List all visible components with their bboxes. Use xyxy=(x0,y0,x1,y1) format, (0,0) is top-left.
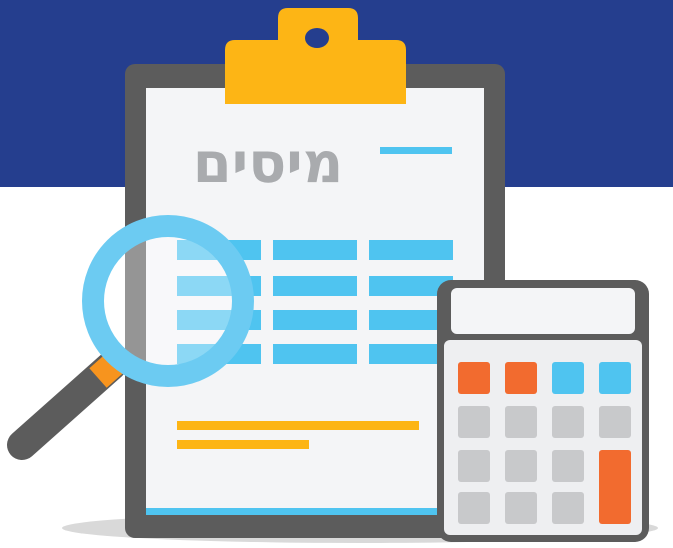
calculator-key xyxy=(552,362,584,394)
calculator-key xyxy=(552,406,584,438)
calculator-key xyxy=(458,492,490,524)
table-cell xyxy=(369,240,453,260)
page-title: מיסים xyxy=(193,131,344,196)
calculator-icon xyxy=(437,280,649,542)
calculator-key xyxy=(552,450,584,482)
calculator-key xyxy=(458,362,490,394)
calculator-key xyxy=(505,450,537,482)
calculator-display xyxy=(451,288,635,334)
title-underline xyxy=(380,147,452,154)
calculator-key xyxy=(552,492,584,524)
calculator-key xyxy=(458,406,490,438)
table-cell xyxy=(273,344,357,364)
clipboard-paper-edge xyxy=(146,507,484,515)
text-line xyxy=(177,440,309,449)
table-cell xyxy=(273,240,357,260)
calculator-key xyxy=(599,406,631,438)
table-cell xyxy=(273,276,357,296)
calculator-key xyxy=(505,406,537,438)
text-line xyxy=(177,421,419,430)
calculator-key xyxy=(458,450,490,482)
clipboard-clip xyxy=(225,8,406,104)
table-cell xyxy=(273,310,357,330)
calculator-key xyxy=(505,492,537,524)
illustration-canvas: מיסים xyxy=(7,8,658,543)
calculator-key-tall xyxy=(599,450,631,524)
tax-illustration: מיסים xyxy=(0,0,673,548)
calculator-key xyxy=(505,362,537,394)
clip-hole xyxy=(305,28,329,48)
calculator-key xyxy=(599,362,631,394)
